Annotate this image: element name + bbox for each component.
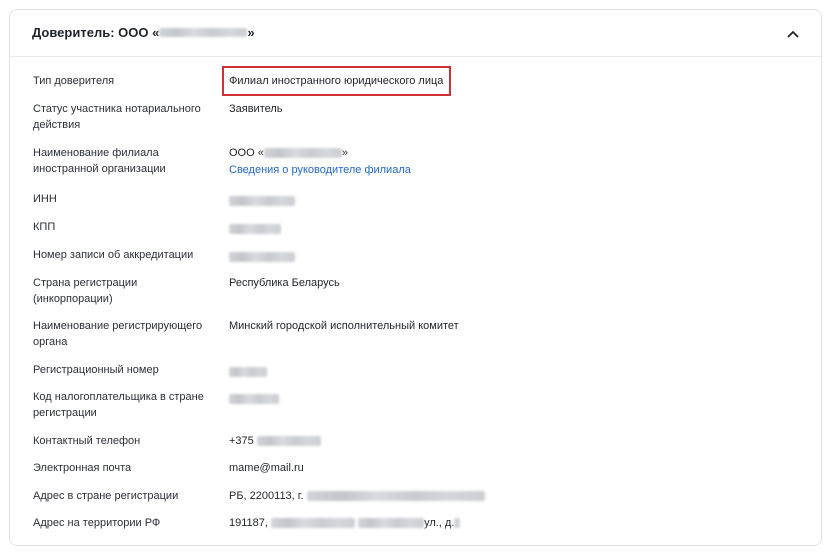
card-header[interactable]: Доверитель: ООО « »: [10, 10, 821, 57]
address-rf-middle: ул., д.: [424, 517, 455, 529]
label-address-registration-country: Адрес в стране регистрации: [33, 490, 179, 502]
label-participant-status: Статус участника нотариального действия: [33, 103, 201, 131]
value-registering-authority: Минский городской исполнительный комитет: [229, 320, 459, 332]
address-rf-prefix: 191187,: [229, 517, 268, 529]
label-registering-authority: Наименование регистрирующего органа: [33, 320, 203, 348]
value-address-registration-country: РБ, 2200113, г.: [229, 489, 485, 505]
redacted-taxpayer-code: [229, 394, 279, 405]
label-kpp: КПП: [33, 221, 56, 233]
card-title-prefix: Доверитель: ООО «: [32, 25, 160, 40]
value-email: mame@mail.ru: [229, 462, 304, 474]
branch-name-suffix: »: [341, 147, 348, 159]
label-registration-number: Регистрационный номер: [33, 364, 159, 376]
address-registration-prefix: РБ, 2200113, г.: [229, 490, 304, 502]
redacted-address-registration: [306, 491, 485, 502]
value-taxpayer-code: [229, 392, 279, 408]
value-kpp: [229, 222, 281, 238]
branch-name-prefix: ООО «: [229, 147, 264, 159]
value-accreditation-number: [229, 250, 295, 266]
value-registration-country: Республика Беларусь: [229, 277, 340, 289]
label-inn: ИНН: [33, 193, 57, 205]
redacted-kpp: [229, 224, 281, 235]
label-principal-type: Тип доверителя: [33, 75, 115, 87]
card-title-suffix: »: [247, 25, 255, 40]
value-contact-phone: +375: [229, 434, 321, 450]
label-registration-country: Страна регистрации (инкорпорации): [33, 277, 138, 305]
redacted-registration-number: [229, 367, 267, 378]
value-registration-number: [229, 365, 267, 381]
value-participant-status: Заявитель: [229, 103, 283, 115]
label-branch-name: Наименование филиала иностранной организ…: [33, 147, 166, 175]
redacted-branch-name: [263, 148, 342, 159]
label-contact-phone: Контактный телефон: [33, 435, 141, 447]
collapse-button[interactable]: [783, 24, 803, 44]
principal-card: Доверитель: ООО « » Тип доверителя Филиа…: [9, 9, 822, 546]
label-accreditation-number: Номер записи об аккредитации: [33, 249, 194, 261]
value-branch-name: ООО « »: [229, 146, 348, 162]
branch-head-link[interactable]: Сведения о руководителе филиала: [229, 163, 411, 179]
redacted-phone: [256, 436, 321, 447]
phone-prefix: +375: [229, 435, 254, 447]
value-inn: [229, 194, 295, 210]
redacted-address-rf-street-2: [358, 518, 425, 529]
chevron-up-icon: [787, 31, 799, 38]
redacted-accreditation-number: [229, 252, 295, 263]
label-email: Электронная почта: [33, 462, 132, 474]
redacted-inn: [229, 196, 295, 207]
redacted-address-rf-street: [271, 518, 356, 529]
label-taxpayer-code: Код налогоплательщика в стране регистрац…: [33, 391, 204, 419]
label-address-rf: Адрес на территории РФ: [33, 517, 161, 529]
redacted-address-rf-house: [454, 518, 461, 529]
highlight-box: [222, 66, 451, 96]
card-title: Доверитель: ООО « »: [32, 25, 255, 40]
value-address-rf: 191187, ул., д.: [229, 516, 461, 532]
redacted-org-name: [159, 28, 248, 37]
